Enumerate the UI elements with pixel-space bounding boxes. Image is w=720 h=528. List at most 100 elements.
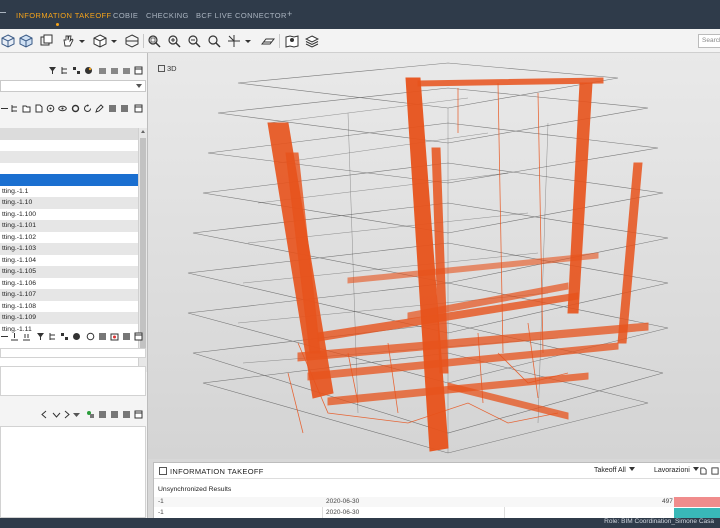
add-tab-button[interactable]: + — [287, 9, 293, 19]
color-by-icon[interactable] — [72, 332, 81, 341]
camera-icon[interactable] — [110, 332, 119, 341]
tree-row[interactable]: tting.-1.100 — [0, 209, 138, 221]
selection-set-dropdown[interactable] — [0, 80, 146, 92]
chevron-left-icon[interactable] — [40, 410, 49, 419]
chevron-right-icon[interactable] — [62, 410, 71, 419]
save-icon[interactable] — [108, 104, 117, 113]
zoom-out-icon[interactable] — [186, 33, 202, 49]
copy-icon[interactable] — [120, 104, 129, 113]
new-document-icon[interactable] — [699, 467, 707, 475]
edit-icon[interactable] — [95, 104, 104, 113]
filter-icon[interactable] — [48, 66, 57, 75]
tree-row[interactable]: tting.-1.108 — [0, 301, 138, 313]
delete-icon[interactable] — [122, 410, 131, 419]
row-id: -1 — [158, 498, 164, 505]
filter-icon[interactable] — [36, 332, 45, 341]
tree-row[interactable]: tting.-1.106 — [0, 278, 138, 290]
search-input[interactable]: Search — [698, 34, 720, 48]
collapse-icon[interactable] — [0, 104, 9, 113]
model-cube-icon[interactable] — [0, 33, 16, 49]
overflow-dash — [0, 12, 6, 13]
collapse-icon[interactable] — [0, 332, 9, 341]
copy-icon[interactable] — [98, 332, 107, 341]
tree-row[interactable]: tting.-1.102 — [0, 232, 138, 244]
tree-row[interactable] — [0, 151, 138, 163]
top-tab-bar: INFORMATION TAKEOFF COBIE CHECKING BCF L… — [0, 0, 720, 29]
table-row[interactable]: -1 2020-06-30 497 — [154, 497, 720, 507]
align-bottom-icon[interactable] — [10, 332, 19, 341]
3d-viewport[interactable]: 3D — [148, 53, 720, 459]
tab-information-takeoff[interactable]: INFORMATION TAKEOFF — [16, 11, 112, 20]
row-id: -1 — [158, 509, 164, 516]
row-date: 2020-06-30 — [326, 509, 360, 516]
table-row[interactable]: -1 2020-06-30 — [154, 508, 720, 518]
map-pin-icon[interactable] — [284, 33, 300, 49]
tree-row[interactable]: tting.-1.1 — [0, 186, 138, 198]
new-document-icon[interactable] — [34, 104, 43, 113]
tree-icon[interactable] — [72, 66, 81, 75]
new-folder-icon[interactable] — [22, 104, 31, 113]
tree-row[interactable]: tting.-1.107 — [0, 289, 138, 301]
takeoff-all-button[interactable]: Takeoff All — [594, 467, 635, 474]
panel-toggle-icon[interactable] — [134, 410, 143, 419]
pan-dropdown-icon[interactable] — [74, 33, 90, 49]
tree-row[interactable]: tting.-1.10 — [0, 197, 138, 209]
dropdown-arrow-icon[interactable] — [72, 410, 81, 419]
copy-icon[interactable] — [110, 410, 119, 419]
refresh-icon[interactable] — [83, 104, 92, 113]
tree-row[interactable]: tting.-1.103 — [0, 243, 138, 255]
panel-toggle-icon[interactable] — [134, 332, 143, 341]
view-dropdown-icon[interactable] — [106, 33, 122, 49]
lavorazioni-dropdown[interactable]: Lavorazioni — [654, 467, 699, 474]
delete-icon[interactable] — [122, 332, 131, 341]
selection-tree-toolbar — [0, 63, 148, 79]
settings-icon[interactable] — [71, 104, 80, 113]
tree-row[interactable]: tting.-1.109 — [0, 312, 138, 324]
zoom-extents-icon[interactable] — [206, 33, 222, 49]
tree-row[interactable] — [0, 140, 138, 152]
layers-stack-icon[interactable] — [304, 33, 320, 49]
panel-toggle-icon[interactable] — [134, 104, 143, 113]
hierarchy-icon[interactable] — [48, 332, 57, 341]
properties-pane — [0, 366, 146, 396]
align-bottom-alt-icon[interactable] — [22, 332, 31, 341]
target-icon[interactable] — [46, 104, 55, 113]
scroll-up-arrow[interactable] — [141, 130, 145, 133]
tree-row[interactable]: tting.-1.105 — [0, 266, 138, 278]
group-icon[interactable] — [98, 66, 107, 75]
tree-row[interactable] — [0, 128, 138, 140]
panel-toggle-icon[interactable] — [134, 66, 143, 75]
zoom-in-icon[interactable] — [166, 33, 182, 49]
add-viewpoint-icon[interactable] — [86, 410, 95, 419]
eye-icon[interactable] — [58, 104, 67, 113]
left-panel: tting.-1.1 tting.-1.10 tting.-1.100 tting.-… — [0, 53, 148, 518]
chevron-down-icon[interactable] — [52, 410, 61, 419]
properties-pane-top — [0, 348, 146, 358]
measure-dropdown-icon[interactable] — [240, 33, 256, 49]
tree-row[interactable]: tting.-1.101 — [0, 220, 138, 232]
tab-bcf-live-connector[interactable]: BCF LIVE CONNECTOR — [196, 11, 287, 20]
delete-set-icon[interactable] — [122, 66, 131, 75]
tab-checking[interactable]: CHECKING — [146, 11, 189, 20]
status-bar: Role: BIM Coordination_Simone Casa — [0, 518, 720, 528]
tab-cobie[interactable]: COBIE — [113, 11, 138, 20]
refresh-icon[interactable] — [86, 332, 95, 341]
panel-toggle-icon[interactable] — [711, 467, 719, 475]
section-box-icon[interactable] — [124, 33, 140, 49]
tree-row[interactable] — [0, 163, 138, 175]
scroll-thumb[interactable] — [140, 138, 146, 358]
save-icon[interactable] — [98, 410, 107, 419]
save-set-icon[interactable] — [110, 66, 119, 75]
lavorazioni-label: Lavorazioni — [654, 467, 690, 474]
floor-plan-icon[interactable] — [260, 33, 276, 49]
zoom-window-icon[interactable] — [146, 33, 162, 49]
hierarchy-icon[interactable] — [10, 104, 19, 113]
color-by-icon[interactable] — [84, 66, 93, 75]
model-cube-alt-icon[interactable] — [18, 33, 34, 49]
tree-icon[interactable] — [60, 332, 69, 341]
layers-select-icon[interactable] — [38, 33, 54, 49]
tree-row[interactable] — [0, 174, 138, 186]
hierarchy-icon[interactable] — [60, 66, 69, 75]
tree-row[interactable]: tting.-1.104 — [0, 255, 138, 267]
building-model — [187, 62, 669, 454]
